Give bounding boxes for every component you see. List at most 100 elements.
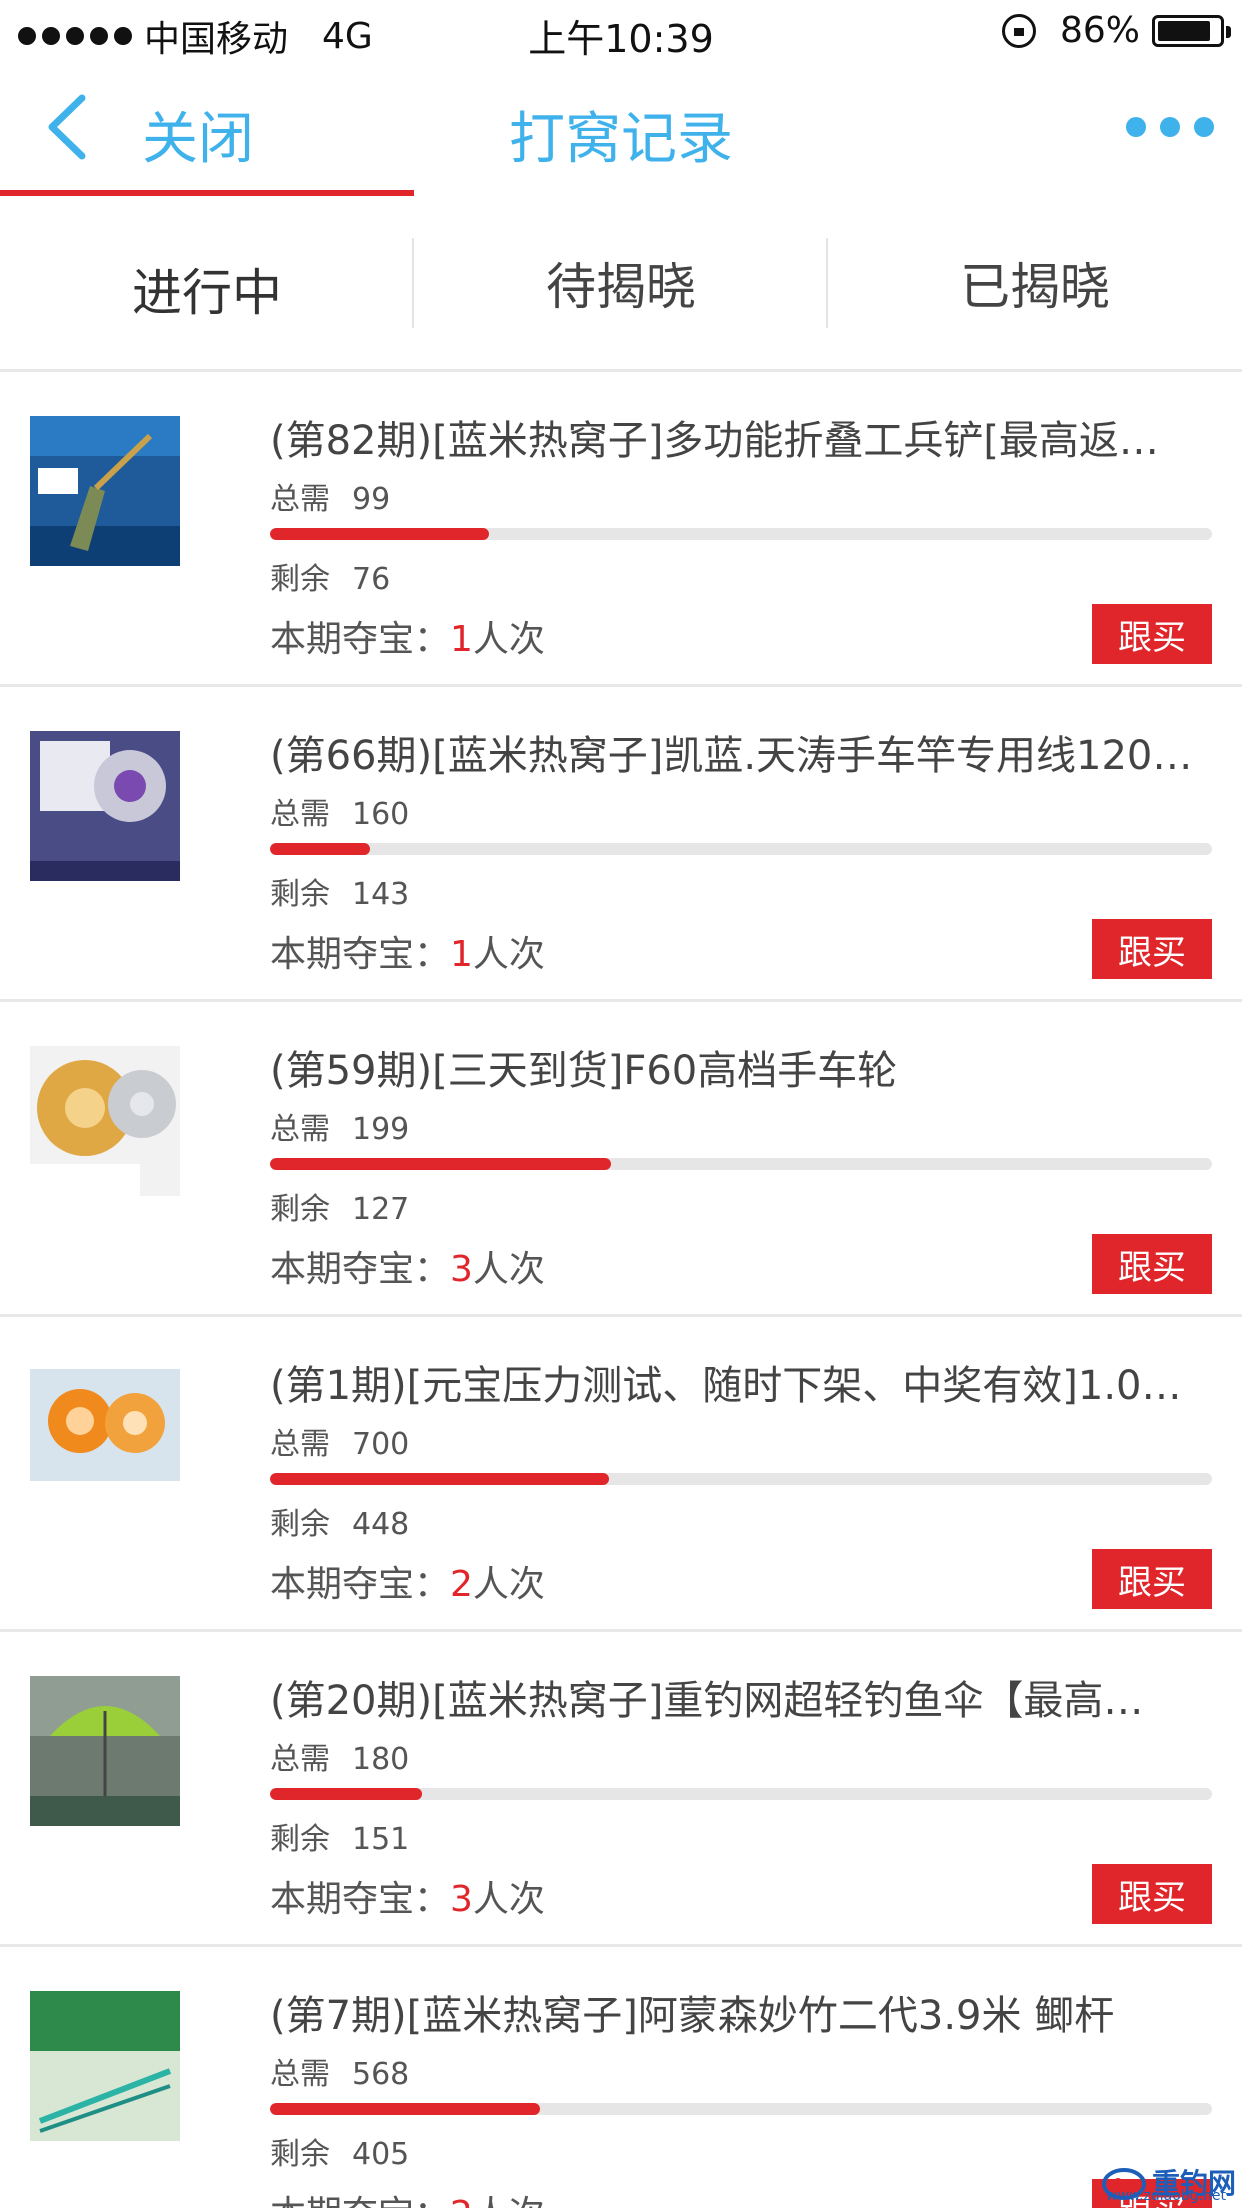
progress-bar [270, 528, 1212, 540]
remaining-value: 448 [352, 1507, 410, 1542]
total-need-value: 160 [352, 797, 410, 832]
list-item[interactable]: (第59期)[三天到货]F60高档手车轮 总需 199 剩余 127 本期夺宝：3人… [0, 1002, 1242, 1317]
battery-fill [1158, 20, 1210, 41]
winners-suffix: 人次 [472, 1564, 545, 1605]
total-need-label: 总需 [270, 2057, 330, 2092]
follow-buy-button[interactable]: 跟买 [1092, 1864, 1212, 1924]
follow-buy-button[interactable]: 跟买 [1092, 1549, 1212, 1609]
total-need: 总需 160 [270, 789, 409, 833]
follow-buy-button[interactable]: 跟买 [1092, 919, 1212, 979]
list-item[interactable]: (第1期)[元宝压力测试、随时下架、中奖有效]1.0… 总需 700 剩余 448 … [0, 1317, 1242, 1632]
remaining: 剩余 76 [270, 554, 390, 598]
progress-fill [270, 1473, 610, 1485]
item-title[interactable]: (第20期)[蓝米热窝子]重钓网超轻钓鱼伞【最高… [270, 1668, 1210, 1726]
list-item[interactable]: (第7期)[蓝米热窝子]阿蒙森妙竹二代3.9米 鲫杆 总需 568 剩余 405 本… [0, 1947, 1242, 2208]
list-item[interactable]: (第20期)[蓝米热窝子]重钓网超轻钓鱼伞【最高… 总需 180 剩余 151 本期… [0, 1632, 1242, 1947]
winners-number: 1 [450, 934, 473, 975]
remaining: 剩余 127 [270, 1184, 409, 1228]
progress-fill [270, 1788, 422, 1800]
product-thumbnail [30, 1991, 180, 2141]
product-thumbnail [30, 1046, 180, 1196]
total-need: 总需 180 [270, 1734, 409, 1778]
remaining-value: 405 [352, 2137, 410, 2172]
remaining: 剩余 143 [270, 869, 409, 913]
item-title[interactable]: (第82期)[蓝米热窝子]多功能折叠工兵铲[最高返… [270, 408, 1210, 466]
nav-bar: 关闭 打窝记录 [0, 62, 1242, 192]
progress-fill [270, 843, 370, 855]
remaining: 剩余 448 [270, 1499, 409, 1543]
remaining-label: 剩余 [270, 1507, 330, 1542]
winners-suffix: 人次 [472, 1879, 545, 1920]
winners-count: 本期夺宝：3人次 [270, 1870, 545, 1922]
tab-bar: 进行中 待揭晓 已揭晓 [0, 196, 1242, 372]
remaining: 剩余 151 [270, 1814, 409, 1858]
remaining-value: 151 [352, 1822, 410, 1857]
item-title[interactable]: (第59期)[三天到货]F60高档手车轮 [270, 1038, 1210, 1096]
progress-bar [270, 1788, 1212, 1800]
winners-prefix: 本期夺宝： [270, 619, 451, 660]
total-need-label: 总需 [270, 1112, 330, 1147]
total-need-label: 总需 [270, 1427, 330, 1462]
progress-fill [270, 2103, 541, 2115]
status-right: 86% [1001, 10, 1231, 51]
more-icon[interactable] [1126, 117, 1214, 137]
progress-bar [270, 1473, 1212, 1485]
remaining-label: 剩余 [270, 1822, 330, 1857]
total-need: 总需 700 [270, 1419, 409, 1463]
winners-prefix: 本期夺宝： [270, 1879, 451, 1920]
tab-revealed[interactable]: 已揭晓 [828, 196, 1242, 369]
total-need-value: 568 [352, 2057, 410, 2092]
remaining-label: 剩余 [270, 1192, 330, 1227]
total-need-label: 总需 [270, 482, 330, 517]
remaining-value: 127 [352, 1192, 410, 1227]
winners-count: 本期夺宝：1人次 [270, 610, 545, 662]
total-need-value: 199 [352, 1112, 410, 1147]
winners-number: 2 [450, 1564, 473, 1605]
total-need-label: 总需 [270, 797, 330, 832]
list-item[interactable]: (第82期)[蓝米热窝子]多功能折叠工兵铲[最高返… 总需 99 剩余 76 本期夺… [0, 372, 1242, 687]
winners-number: 1 [450, 619, 473, 660]
follow-buy-button[interactable]: 跟买 [1092, 1234, 1212, 1294]
winners-count: 本期夺宝：1人次 [270, 925, 545, 977]
winners-suffix: 人次 [472, 934, 545, 975]
page-title: 打窝记录 [509, 107, 733, 172]
product-thumbnail [30, 731, 180, 881]
total-need-value: 180 [352, 1742, 410, 1777]
total-need: 总需 99 [270, 474, 390, 518]
list-item[interactable]: (第66期)[蓝米热窝子]凯蓝.天涛手车竿专用线120… 总需 160 剩余 143… [0, 687, 1242, 1002]
winners-suffix: 人次 [473, 2194, 545, 2208]
remaining-label: 剩余 [270, 877, 330, 912]
total-need: 总需 199 [270, 1104, 409, 1148]
item-title[interactable]: (第1期)[元宝压力测试、随时下架、中奖有效]1.0… [270, 1353, 1210, 1411]
remaining-value: 76 [352, 562, 391, 597]
item-title[interactable]: (第7期)[蓝米热窝子]阿蒙森妙竹二代3.9米 鲫杆 [270, 1983, 1210, 2041]
battery-percent: 86% [1059, 10, 1140, 51]
winners-prefix: 本期夺宝： [270, 934, 451, 975]
product-thumbnail [30, 1361, 180, 1511]
follow-buy-button[interactable]: 跟买 [1092, 604, 1212, 664]
tab-in-progress[interactable]: 进行中 [0, 196, 414, 369]
winners-suffix: 人次 [472, 619, 545, 660]
product-thumbnail [30, 1676, 180, 1826]
battery-icon [1152, 14, 1231, 47]
rotation-lock-icon [1001, 13, 1036, 48]
winners-count: 本期夺宝：3人次 [270, 1240, 545, 1292]
remaining: 剩余 405 [270, 2129, 409, 2173]
product-thumbnail [30, 416, 180, 566]
total-need-value: 700 [352, 1427, 410, 1462]
winners-count: 本期夺宝：2人次 [270, 2185, 545, 2208]
remaining-label: 剩余 [270, 562, 330, 597]
winners-suffix: 人次 [472, 1249, 545, 1290]
progress-fill [270, 528, 489, 540]
watermark-url: www.zdiaobg.net [1106, 2188, 1226, 2204]
progress-fill [270, 1158, 611, 1170]
remaining-value: 143 [352, 877, 410, 912]
watermark-logo: 重钓网 www.zdiaobg.net [1100, 2162, 1236, 2204]
status-bar: 中国移动 4G 上午10:39 86% [0, 0, 1242, 62]
item-title[interactable]: (第66期)[蓝米热窝子]凯蓝.天涛手车竿专用线120… [270, 723, 1210, 781]
total-need-value: 99 [352, 482, 391, 517]
tab-pending[interactable]: 待揭晓 [414, 196, 828, 369]
total-need: 总需 568 [270, 2049, 409, 2093]
progress-bar [270, 843, 1212, 855]
winners-number: 2 [450, 2194, 473, 2208]
